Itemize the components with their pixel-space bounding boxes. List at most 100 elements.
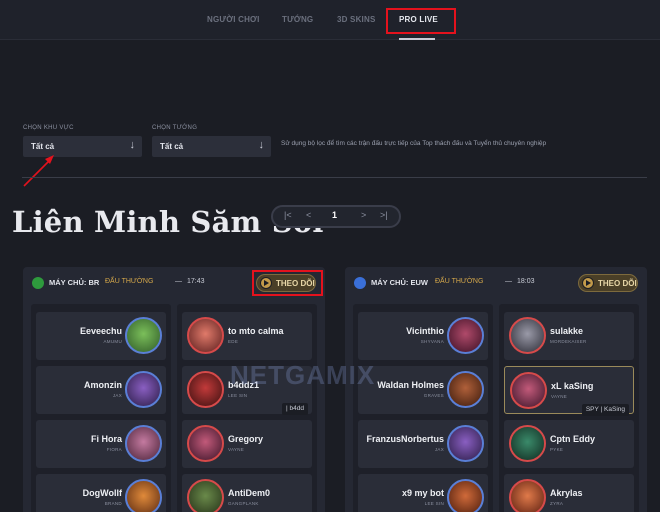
highlight-box-pro-live	[386, 8, 456, 34]
champion-avatar	[447, 317, 484, 354]
next-page-button[interactable]: >	[361, 210, 366, 220]
champion-avatar	[447, 479, 484, 512]
red-team: sulakke MORDEKAISER xL kaSing VAYNE SPY …	[499, 304, 639, 512]
game-time: 18:03	[517, 278, 535, 285]
play-icon	[582, 277, 594, 289]
champion-name: FIORA	[106, 447, 122, 452]
champion-avatar	[187, 317, 224, 354]
tab-champions[interactable]: TƯỚNG	[282, 15, 313, 24]
champion-name: JAX	[434, 447, 444, 452]
player-card[interactable]: Waldan Holmes GRAVES	[358, 366, 488, 414]
player-card[interactable]: Gregory VAYNE	[182, 420, 312, 468]
game-mode: ĐẤU THƯỜNG	[105, 278, 154, 285]
red-team: to mto calma EDE b4ddz1 LEE SIN | b4dd G…	[177, 304, 317, 512]
player-card[interactable]: sulakke MORDEKAISER	[504, 312, 634, 360]
player-tag: | b4dd	[282, 403, 308, 415]
player-name: Akrylas	[550, 488, 583, 498]
arrow-down-icon: ↓	[258, 139, 265, 151]
player-name: sulakke	[550, 326, 584, 336]
champion-avatar	[187, 425, 224, 462]
tab-players[interactable]: NGƯỜI CHƠI	[207, 15, 260, 24]
active-tab-indicator	[399, 38, 435, 40]
game-mode: ĐẤU THƯỜNG	[435, 278, 484, 285]
tab-3d-skins[interactable]: 3D SKINS	[337, 15, 376, 24]
player-name: x9 my bot	[401, 488, 444, 498]
champion-name: LEE SIN	[424, 501, 444, 506]
player-name: Fi Hora	[90, 434, 122, 444]
player-card[interactable]: to mto calma EDE	[182, 312, 312, 360]
blue-team: Vicinthio SHYVANA Waldan Holmes GRAVES F…	[353, 304, 493, 512]
champion-avatar	[447, 425, 484, 462]
player-name: Waldan Holmes	[377, 380, 444, 390]
champion-name: EDE	[228, 339, 239, 344]
player-card[interactable]: Eeveechu AMUMU	[36, 312, 166, 360]
champion-name: MORDEKAISER	[550, 339, 587, 344]
champion-name: AMUMU	[103, 339, 122, 344]
last-page-button[interactable]: >|	[380, 210, 388, 220]
champion-avatar	[509, 317, 546, 354]
current-page[interactable]: 1	[332, 210, 337, 220]
champion-select[interactable]: Tất cả ↓	[152, 136, 271, 157]
champion-name: SHYVANA	[420, 339, 444, 344]
player-card[interactable]: FranzusNorbertus JAX	[358, 420, 488, 468]
euw-flag-icon	[354, 277, 366, 289]
top-nav: NGƯỜI CHƠI TƯỚNG 3D SKINS PRO LIVE	[0, 0, 660, 40]
player-name: DogWollf	[82, 488, 122, 498]
player-card[interactable]: AntiDem0 GANGPLANK	[182, 474, 312, 512]
game-time: 17:43	[187, 278, 205, 285]
champion-avatar	[509, 425, 546, 462]
player-name: Vicinthio	[406, 326, 444, 336]
region-filter-label: CHỌN KHU VỰC	[23, 125, 74, 131]
champion-name: GRAVES	[423, 393, 444, 398]
player-card[interactable]: Vicinthio SHYVANA	[358, 312, 488, 360]
follow-button[interactable]: THEO DÕI	[578, 274, 638, 292]
time-dash: —	[505, 278, 512, 285]
prev-page-button[interactable]: <	[306, 210, 311, 220]
player-name: Amonzin	[84, 380, 122, 390]
watermark-logo: NETGAMIX	[230, 360, 376, 390]
blue-team: Eeveechu AMUMU Amonzin JAX Fi Hora FIORA…	[31, 304, 171, 512]
champion-avatar	[187, 479, 224, 512]
player-name: xL kaSing	[551, 381, 594, 391]
champion-name: VAYNE	[551, 394, 568, 399]
champion-avatar	[447, 371, 484, 408]
annotation-arrow-icon	[23, 155, 54, 187]
pro-player-tag: SPY | KaSing	[581, 404, 629, 416]
champion-select-value: Tất cả	[160, 142, 184, 151]
follow-button-label: THEO DÕI	[598, 279, 637, 288]
time-dash: —	[175, 278, 182, 285]
player-name: Gregory	[228, 434, 264, 444]
player-card[interactable]: DogWollf BRAND	[36, 474, 166, 512]
match-card: MÁY CHỦ: EUW ĐẤU THƯỜNG — 18:03 THEO DÕI…	[345, 267, 647, 512]
champion-avatar	[125, 425, 162, 462]
player-card[interactable]: x9 my bot LEE SIN	[358, 474, 488, 512]
champion-name: JAX	[112, 393, 122, 398]
divider	[22, 177, 647, 178]
champion-avatar	[125, 371, 162, 408]
champion-avatar	[509, 479, 546, 512]
highlight-box-follow	[252, 270, 323, 296]
first-page-button[interactable]: |<	[284, 210, 292, 220]
player-card-highlighted[interactable]: xL kaSing VAYNE SPY | KaSing	[504, 366, 634, 416]
match-header: MÁY CHỦ: EUW ĐẤU THƯỜNG — 18:03 THEO DÕI	[345, 267, 647, 299]
player-name: FranzusNorbertus	[366, 434, 444, 444]
pagination: |< < 1 > >|	[271, 205, 401, 228]
player-card[interactable]: Amonzin JAX	[36, 366, 166, 414]
player-card[interactable]: Fi Hora FIORA	[36, 420, 166, 468]
champion-name: LEE SIN	[228, 393, 248, 398]
player-card[interactable]: Akrylas ZYRA	[504, 474, 634, 512]
player-name: Eeveechu	[79, 326, 122, 336]
arrow-down-icon: ↓	[129, 139, 136, 151]
filter-hint-text: Sử dụng bộ lọc để tìm các trận đấu trực …	[281, 140, 547, 147]
player-name: AntiDem0	[228, 488, 271, 498]
champion-name: VAYNE	[228, 447, 245, 452]
player-name: to mto calma	[228, 326, 284, 336]
champion-name: PYKE	[550, 447, 564, 452]
champion-avatar	[510, 372, 547, 409]
champion-avatar	[125, 479, 162, 512]
champion-name: GANGPLANK	[228, 501, 259, 506]
champion-name: BRAND	[104, 501, 122, 506]
champion-avatar	[125, 317, 162, 354]
player-name: Cptn Eddy	[550, 434, 595, 444]
player-card[interactable]: Cptn Eddy PYKE	[504, 420, 634, 468]
